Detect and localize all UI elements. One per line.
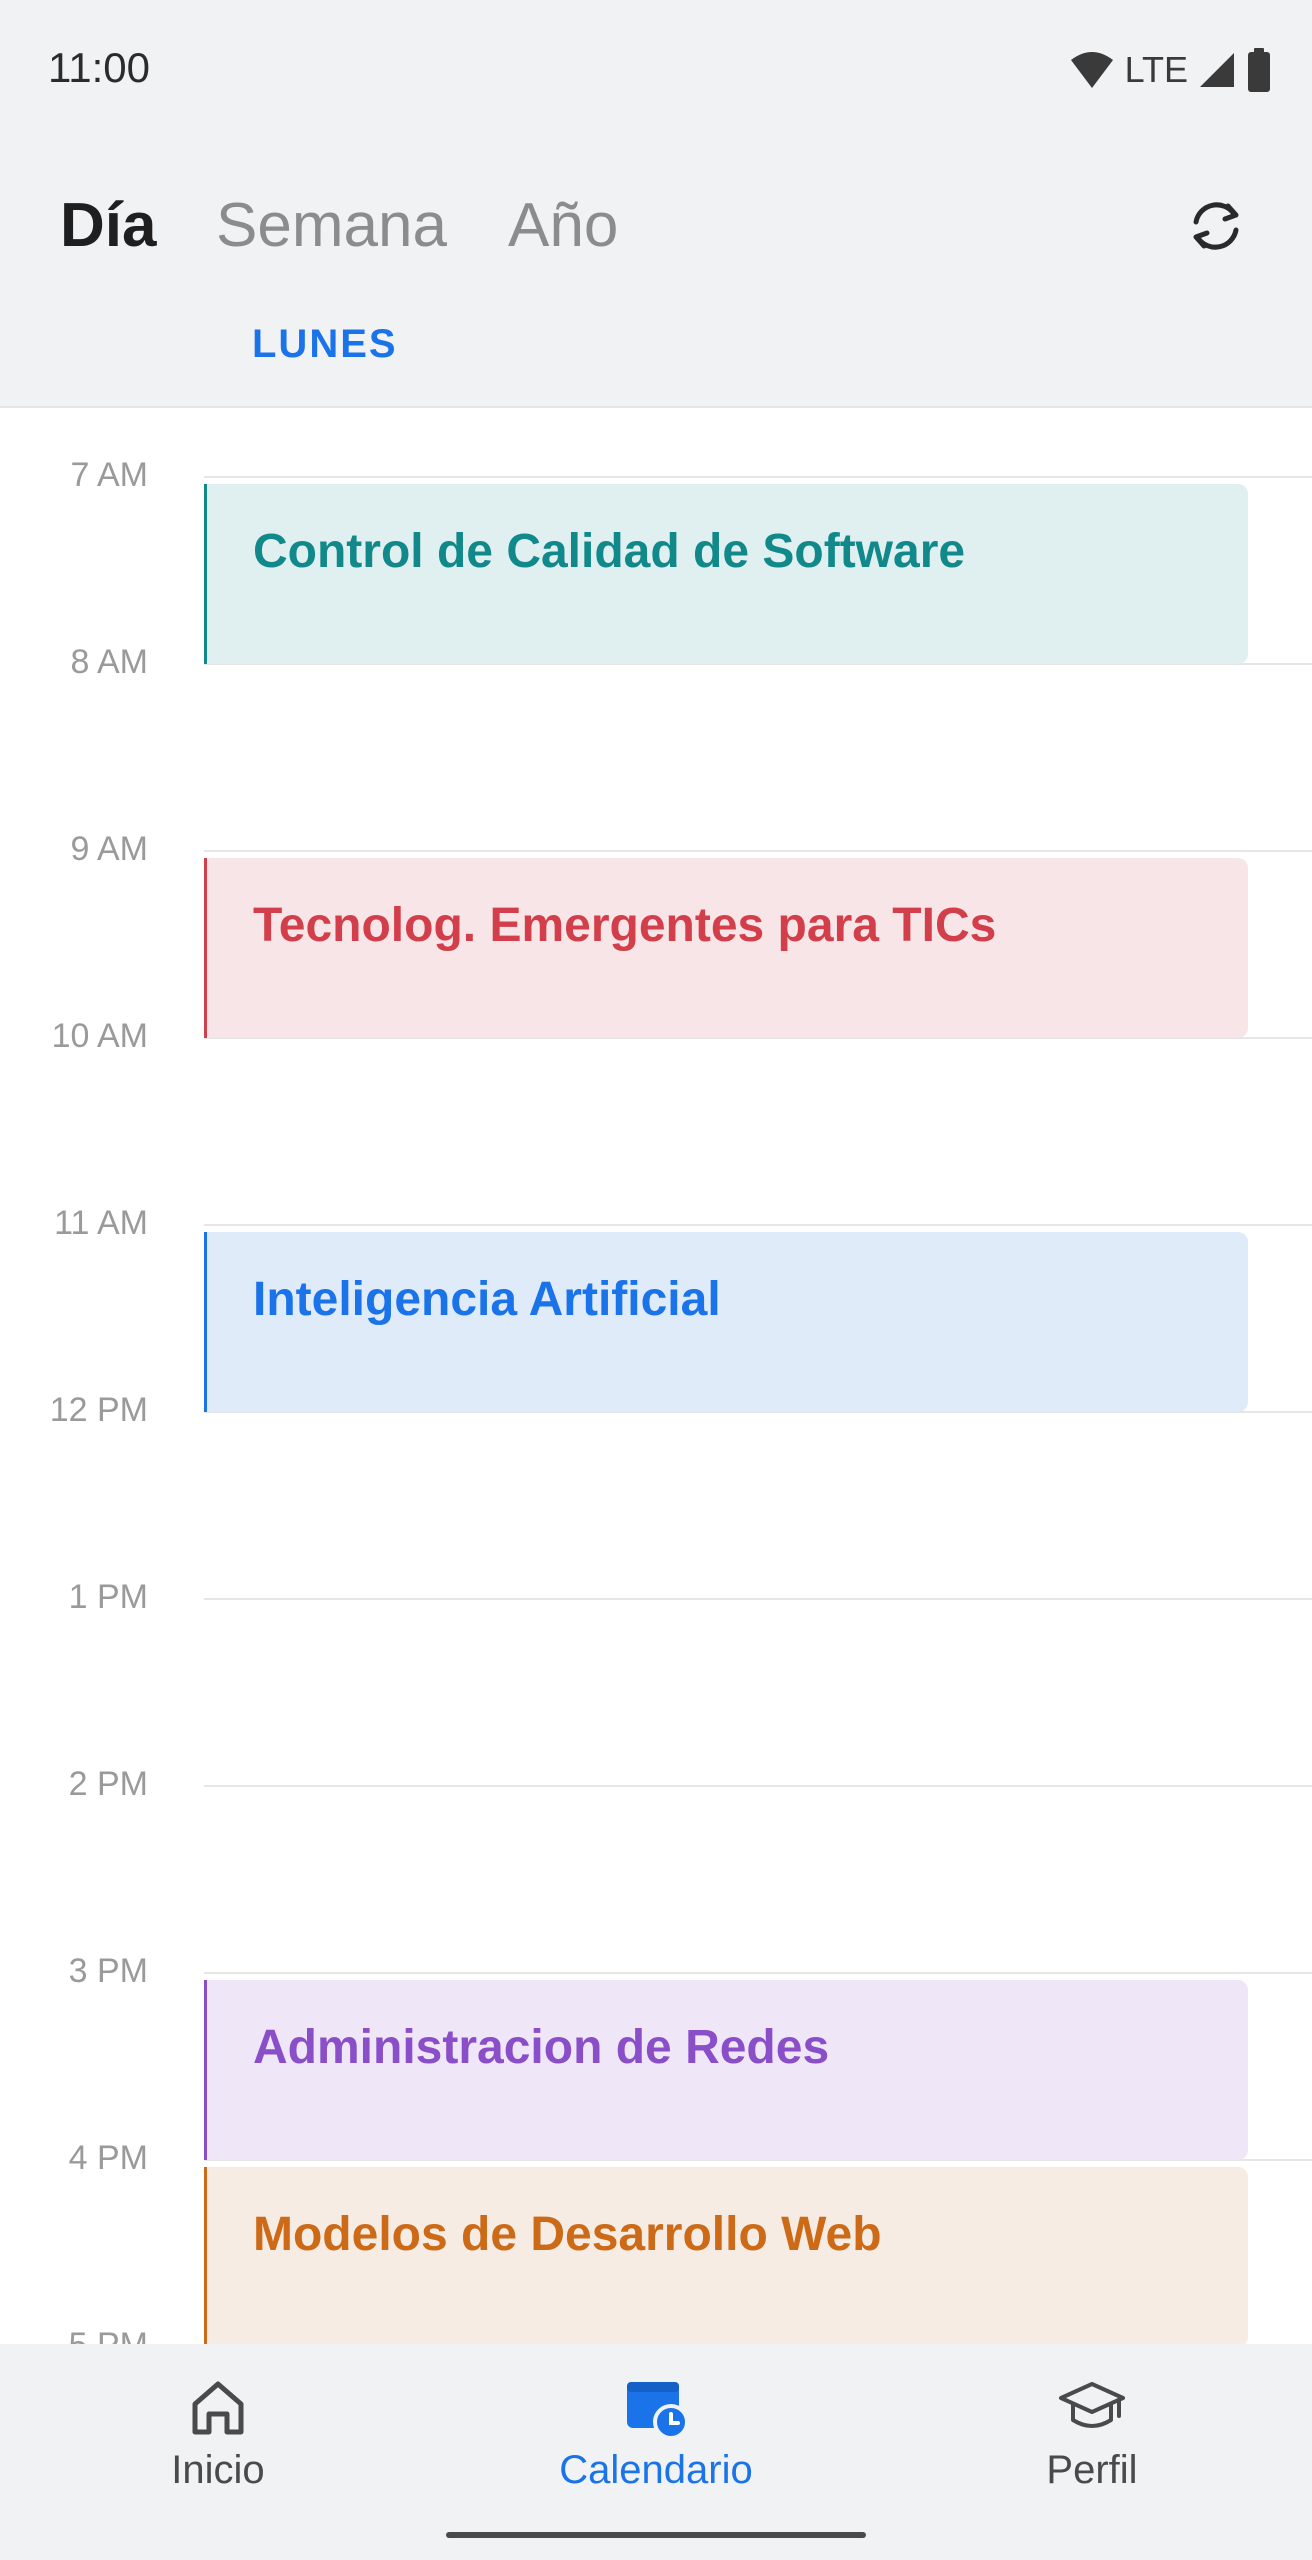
status-bar: 11:00 LTE bbox=[0, 0, 1312, 140]
event-title: Tecnolog. Emergentes para TICs bbox=[253, 899, 997, 952]
event-title: Inteligencia Artificial bbox=[253, 1273, 721, 1326]
calendar-clock-icon bbox=[627, 2382, 689, 2440]
hour-label: 9 AM bbox=[70, 830, 148, 868]
event-card[interactable]: Administracion de Redes bbox=[204, 1980, 1248, 2160]
event-title: Administracion de Redes bbox=[253, 2021, 830, 2074]
hour-label: 7 AM bbox=[70, 456, 148, 494]
event-card[interactable]: Tecnolog. Emergentes para TICs bbox=[204, 858, 1248, 1038]
wifi-icon bbox=[1070, 52, 1113, 88]
nav-perfil[interactable]: Perfil bbox=[942, 2372, 1242, 2493]
nav-inicio-label: Inicio bbox=[171, 2448, 265, 2492]
tab-week[interactable]: Semana bbox=[216, 190, 447, 261]
event-card[interactable]: Modelos de Desarrollo Web bbox=[204, 2167, 1248, 2344]
hour-label: 5 PM bbox=[0, 2326, 148, 2344]
hour-label: 4 PM bbox=[68, 2139, 148, 2177]
status-icons: LTE bbox=[1069, 48, 1272, 92]
battery-icon bbox=[1248, 48, 1270, 92]
nav-calendario[interactable]: Calendario bbox=[506, 2372, 806, 2493]
calendar-header: Día Semana Año LUNES bbox=[0, 140, 1312, 408]
hour-line bbox=[204, 850, 1312, 852]
hour-label: 12 PM bbox=[49, 1391, 148, 1429]
home-icon bbox=[192, 2381, 244, 2435]
hour-line bbox=[204, 1224, 1312, 1226]
tab-day[interactable]: Día bbox=[60, 190, 156, 261]
refresh-icon[interactable] bbox=[1182, 192, 1250, 260]
hour-line bbox=[204, 476, 1312, 478]
hour-label: 10 AM bbox=[51, 1017, 148, 1055]
cellular-signal-icon bbox=[1200, 53, 1234, 87]
event-card[interactable]: Control de Calidad de Software bbox=[204, 484, 1248, 664]
graduation-cap-icon bbox=[1059, 2382, 1125, 2428]
event-title: Control de Calidad de Software bbox=[253, 525, 966, 578]
hour-line bbox=[204, 1972, 1312, 1974]
hour-line bbox=[204, 1785, 1312, 1787]
tab-year[interactable]: Año bbox=[508, 190, 618, 261]
network-type: LTE bbox=[1124, 49, 1188, 90]
hour-label: 3 PM bbox=[68, 1952, 148, 1990]
hour-label: 2 PM bbox=[68, 1765, 148, 1803]
day-label: LUNES bbox=[252, 322, 398, 366]
event-title: Modelos de Desarrollo Web bbox=[253, 2208, 882, 2261]
nav-perfil-label: Perfil bbox=[1046, 2448, 1138, 2492]
nav-inicio[interactable]: Inicio bbox=[68, 2372, 368, 2493]
event-card[interactable]: Inteligencia Artificial bbox=[204, 1232, 1248, 1412]
hour-line bbox=[204, 1598, 1312, 1600]
hour-label: 8 AM bbox=[70, 643, 148, 681]
nav-calendario-label: Calendario bbox=[559, 2448, 753, 2492]
status-time: 11:00 bbox=[48, 44, 150, 91]
bottom-navigation: Inicio Calendario Perfil bbox=[0, 2344, 1312, 2560]
day-timeline[interactable]: 7 AM 8 AM 9 AM 10 AM 11 AM 12 PM 1 PM 2 PM 3 PM 4… bbox=[0, 408, 1312, 2344]
home-indicator bbox=[446, 2532, 866, 2538]
hour-label: 1 PM bbox=[68, 1578, 148, 1616]
hour-label: 11 AM bbox=[54, 1204, 148, 1242]
